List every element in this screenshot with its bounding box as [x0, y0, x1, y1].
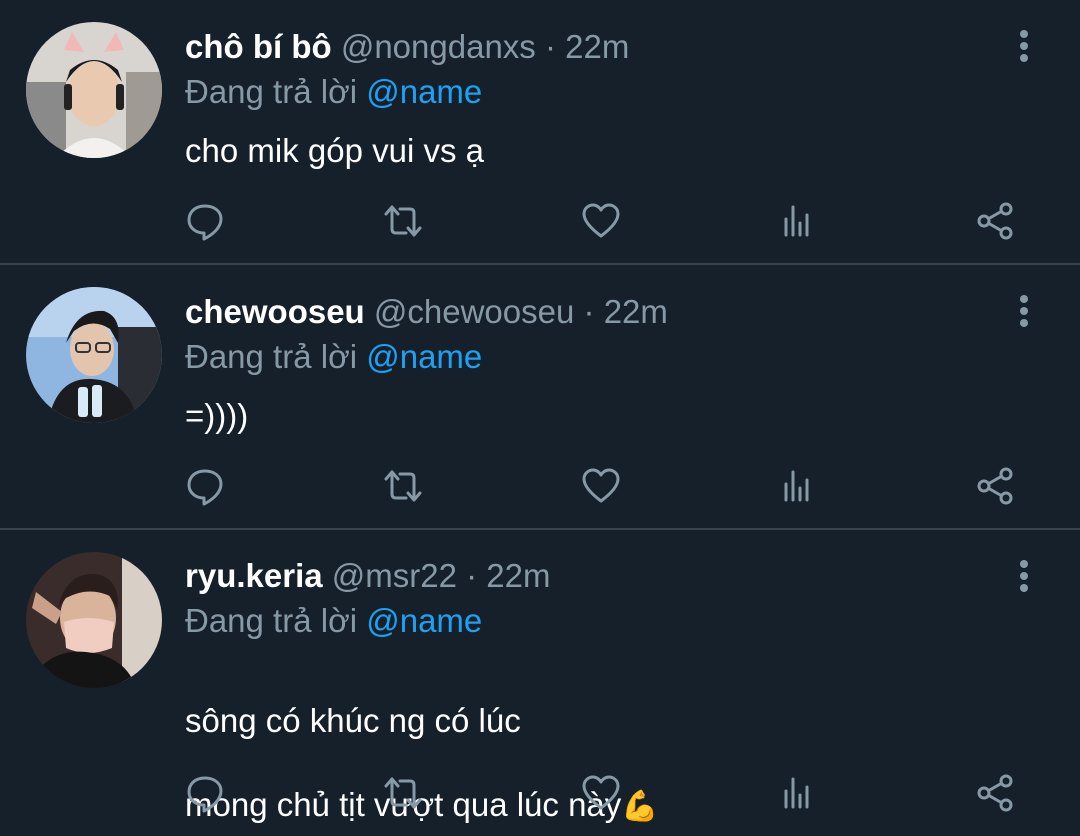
analytics-icon [784, 205, 809, 237]
reply-icon [187, 469, 223, 506]
more-options-button[interactable] [1004, 556, 1044, 596]
share-icon [977, 774, 1013, 812]
avatar-image [26, 552, 162, 688]
retweet-icon [384, 470, 422, 502]
retweet-icon [384, 205, 422, 237]
replying-to-mention[interactable]: @name [366, 73, 482, 110]
avatar[interactable] [26, 287, 162, 423]
display-name[interactable]: chewooseu [185, 293, 365, 330]
separator-dot: · [466, 557, 478, 594]
replying-to-label: Đang trả lời [185, 73, 358, 110]
reply-tweet[interactable]: ryu.keria @msr22 · 22m Đang trả lời @nam… [0, 530, 1080, 836]
retweet-button[interactable] [378, 461, 428, 511]
heart-icon [582, 775, 620, 810]
retweet-button[interactable] [378, 768, 428, 818]
replying-to-line: Đang trả lời @name [185, 601, 482, 641]
like-button[interactable] [576, 461, 626, 511]
replying-to-mention[interactable]: @name [366, 602, 482, 639]
analytics-icon [784, 777, 809, 809]
tweet-text: =)))) [185, 397, 249, 434]
replying-to-line: Đang trả lời @name [185, 337, 482, 377]
action-bar [0, 461, 1080, 511]
timestamp[interactable]: 22m [604, 293, 668, 330]
more-vertical-icon [1020, 560, 1028, 592]
avatar-image [26, 287, 162, 423]
avatar[interactable] [26, 552, 162, 688]
display-name[interactable]: chô bí bô [185, 28, 332, 65]
more-options-button[interactable] [1004, 26, 1044, 66]
reply-tweet[interactable]: chô bí bô @nongdanxs · 22m Đang trả lời … [0, 0, 1080, 264]
reply-button[interactable] [180, 196, 230, 246]
heart-icon [582, 468, 620, 503]
reply-tweet[interactable]: chewooseu @chewooseu · 22m Đang trả lời … [0, 265, 1080, 529]
reply-icon [187, 204, 223, 241]
separator-dot: · [544, 28, 556, 65]
retweet-button[interactable] [378, 196, 428, 246]
share-button[interactable] [970, 461, 1020, 511]
action-bar [0, 196, 1080, 246]
tweet-header: chewooseu @chewooseu · 22m [185, 292, 668, 332]
replying-to-label: Đang trả lời [185, 602, 358, 639]
action-bar [0, 768, 1080, 818]
retweet-icon [384, 777, 422, 809]
display-name[interactable]: ryu.keria [185, 557, 323, 594]
tweet-header: chô bí bô @nongdanxs · 22m [185, 27, 629, 67]
avatar-image [26, 22, 162, 158]
analytics-button[interactable] [772, 768, 822, 818]
share-button[interactable] [970, 768, 1020, 818]
analytics-button[interactable] [772, 196, 822, 246]
replying-to-mention[interactable]: @name [366, 338, 482, 375]
more-vertical-icon [1020, 30, 1028, 62]
replying-to-line: Đang trả lời @name [185, 72, 482, 112]
user-handle[interactable]: @chewooseu [374, 293, 574, 330]
timestamp[interactable]: 22m [565, 28, 629, 65]
share-button[interactable] [970, 196, 1020, 246]
share-icon [977, 467, 1013, 505]
tweet-text-line: sông có khúc ng có lúc [185, 702, 521, 739]
replying-to-label: Đang trả lời [185, 338, 358, 375]
share-icon [977, 202, 1013, 240]
user-handle[interactable]: @nongdanxs [341, 28, 536, 65]
reply-timeline: chô bí bô @nongdanxs · 22m Đang trả lời … [0, 0, 1080, 836]
avatar[interactable] [26, 22, 162, 158]
reply-button[interactable] [180, 768, 230, 818]
user-handle[interactable]: @msr22 [332, 557, 457, 594]
analytics-icon [784, 470, 809, 502]
tweet-header: ryu.keria @msr22 · 22m [185, 556, 551, 596]
more-vertical-icon [1020, 295, 1028, 327]
reply-icon [187, 776, 223, 813]
like-button[interactable] [576, 196, 626, 246]
timestamp[interactable]: 22m [486, 557, 550, 594]
separator-dot: · [583, 293, 595, 330]
heart-icon [582, 203, 620, 238]
more-options-button[interactable] [1004, 291, 1044, 331]
tweet-text: cho mik góp vui vs ạ [185, 132, 484, 169]
analytics-button[interactable] [772, 461, 822, 511]
like-button[interactable] [576, 768, 626, 818]
reply-button[interactable] [180, 461, 230, 511]
